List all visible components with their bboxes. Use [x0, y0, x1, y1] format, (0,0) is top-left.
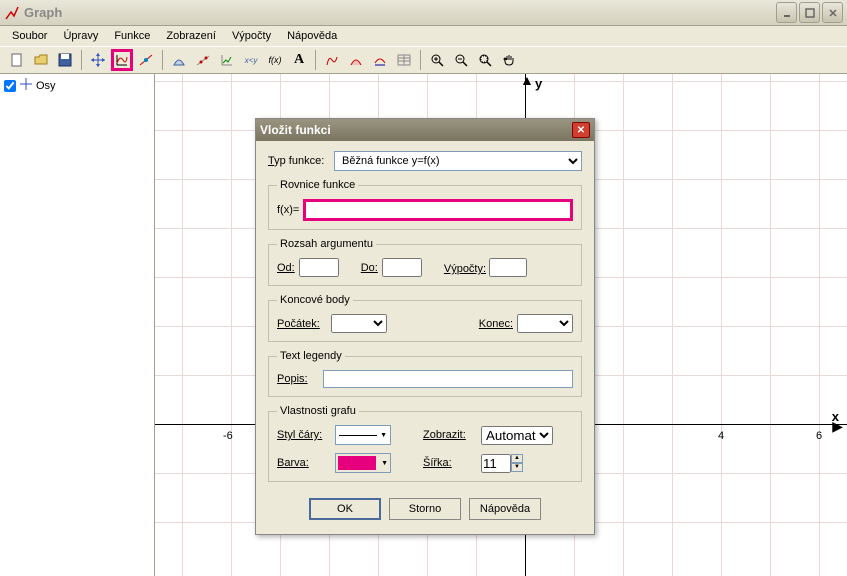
x-tick: -6 [223, 430, 233, 442]
endpoints-legend: Koncové body [277, 294, 353, 306]
dialog-title: Vložit funkci [260, 123, 572, 137]
insert-label-icon[interactable]: A [288, 49, 310, 71]
dialog-close-button[interactable]: ✕ [572, 122, 590, 138]
sidebar: Osy [0, 74, 155, 576]
width-spin-down[interactable]: ▼ [511, 463, 523, 472]
axes-label: Osy [36, 80, 56, 92]
width-label: Šířka: [423, 457, 475, 469]
end-label: Konec: [479, 318, 513, 330]
display-label: Zobrazit: [423, 429, 475, 441]
function-type-select[interactable]: Běžná funkce y=f(x) [334, 151, 582, 171]
range-fieldset: Rozsah argumentu Od: Do: Výpočty: [268, 238, 582, 286]
cancel-button[interactable]: Storno [389, 498, 461, 520]
width-input[interactable] [481, 454, 511, 473]
fx-label: f(x)= [277, 204, 299, 216]
help-button[interactable]: Nápověda [469, 498, 541, 520]
new-icon[interactable] [6, 49, 28, 71]
move-axes-small-icon [20, 78, 32, 93]
legend-text-legend: Text legendy [277, 350, 345, 362]
menubar: Soubor Úpravy Funkce Zobrazení Výpočty N… [0, 26, 847, 46]
fx-input[interactable] [303, 199, 573, 221]
line-style-select[interactable] [335, 425, 391, 445]
sidebar-item-axes[interactable]: Osy [4, 78, 150, 93]
move-axes-icon[interactable] [87, 49, 109, 71]
insert-function-dialog: Vložit funkci ✕ Typ funkce: Běžná funkce… [255, 118, 595, 535]
to-input[interactable] [382, 258, 422, 277]
x-axis-arrow-icon: ▶ [832, 418, 843, 435]
window-titlebar: Graph [0, 0, 847, 26]
curve-icon[interactable] [321, 49, 343, 71]
ok-button[interactable]: OK [309, 498, 381, 520]
range-legend: Rozsah argumentu [277, 238, 376, 250]
y-axis-label: y [535, 76, 542, 91]
insert-tangent-icon[interactable] [135, 49, 157, 71]
toolbar: x<y f(x) A [0, 46, 847, 74]
from-label: Od: [277, 262, 295, 274]
insert-fx-icon[interactable]: f(x) [264, 49, 286, 71]
equation-fieldset: Rovnice funkce f(x)= [268, 179, 582, 230]
menu-zobrazeni[interactable]: Zobrazení [158, 28, 224, 44]
to-label: Do: [361, 262, 378, 274]
type-label: Typ funkce: [268, 155, 328, 167]
graph-props-legend: Vlastnosti grafu [277, 405, 359, 417]
color-label: Barva: [277, 457, 329, 469]
zoom-fit-icon[interactable] [474, 49, 496, 71]
insert-shading-icon[interactable] [168, 49, 190, 71]
table-icon[interactable] [393, 49, 415, 71]
insert-point-icon[interactable] [192, 49, 214, 71]
width-spin-up[interactable]: ▲ [511, 454, 523, 463]
menu-vypocty[interactable]: Výpočty [224, 28, 279, 44]
save-icon[interactable] [54, 49, 76, 71]
insert-function-icon[interactable] [111, 49, 133, 71]
pan-icon[interactable] [498, 49, 520, 71]
length-icon[interactable] [369, 49, 391, 71]
display-select[interactable]: Automatic [481, 426, 553, 445]
minimize-button[interactable] [776, 2, 797, 23]
insert-relation-icon[interactable]: x<y [240, 49, 262, 71]
menu-funkce[interactable]: Funkce [106, 28, 158, 44]
zoom-in-icon[interactable] [426, 49, 448, 71]
insert-series-icon[interactable] [216, 49, 238, 71]
equation-legend: Rovnice funkce [277, 179, 358, 191]
start-label: Počátek: [277, 318, 327, 330]
window-title: Graph [24, 5, 776, 20]
area-icon[interactable] [345, 49, 367, 71]
y-axis-arrow-icon: ▲ [520, 74, 534, 88]
start-select[interactable] [331, 314, 387, 333]
zoom-out-icon[interactable] [450, 49, 472, 71]
endpoints-fieldset: Koncové body Počátek: Konec: [268, 294, 582, 342]
color-select[interactable] [335, 453, 391, 473]
popis-input[interactable] [323, 370, 573, 388]
dialog-titlebar[interactable]: Vložit funkci ✕ [256, 119, 594, 141]
calc-label: Výpočty: [444, 263, 486, 275]
calc-input[interactable] [489, 258, 527, 277]
open-icon[interactable] [30, 49, 52, 71]
end-select[interactable] [517, 314, 573, 333]
popis-label: Popis: [277, 373, 317, 385]
axes-checkbox[interactable] [4, 80, 16, 92]
legend-text-fieldset: Text legendy Popis: [268, 350, 582, 397]
menu-upravy[interactable]: Úpravy [55, 28, 106, 44]
menu-soubor[interactable]: Soubor [4, 28, 55, 44]
x-tick: 6 [816, 430, 822, 442]
menu-napoveda[interactable]: Nápověda [279, 28, 345, 44]
maximize-button[interactable] [799, 2, 820, 23]
style-label: Styl čáry: [277, 429, 329, 441]
app-icon [4, 5, 20, 21]
graph-props-fieldset: Vlastnosti grafu Styl čáry: Zobrazit: Au… [268, 405, 582, 482]
from-input[interactable] [299, 258, 339, 277]
close-button[interactable] [822, 2, 843, 23]
x-tick: 4 [718, 430, 724, 442]
